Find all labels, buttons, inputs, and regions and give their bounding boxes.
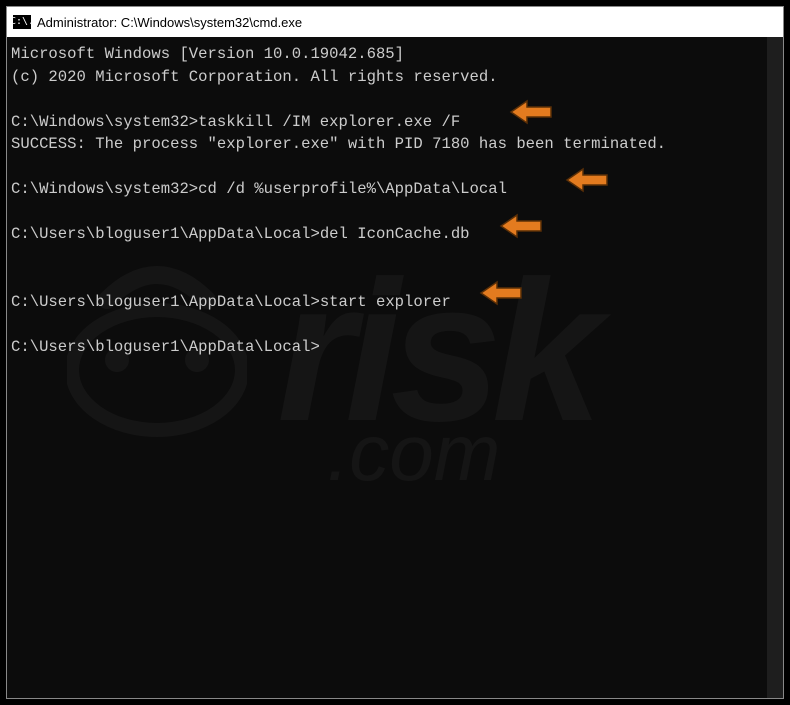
- prompt-2: C:\Windows\system32>: [11, 180, 198, 198]
- screenshot-stage: C:\. Administrator: C:\Windows\system32\…: [0, 0, 790, 705]
- line-copyright: (c) 2020 Microsoft Corporation. All righ…: [11, 68, 498, 86]
- line-version: Microsoft Windows [Version 10.0.19042.68…: [11, 45, 404, 63]
- command-4: start explorer: [320, 293, 451, 311]
- cmd-window: C:\. Administrator: C:\Windows\system32\…: [6, 6, 784, 699]
- titlebar[interactable]: C:\. Administrator: C:\Windows\system32\…: [7, 7, 783, 37]
- prompt-4: C:\Users\bloguser1\AppData\Local>: [11, 293, 320, 311]
- prompt-1: C:\Windows\system32>: [11, 113, 198, 131]
- prompt-3: C:\Users\bloguser1\AppData\Local>: [11, 225, 320, 243]
- window-title: Administrator: C:\Windows\system32\cmd.e…: [37, 15, 302, 30]
- cmd-icon-glyph: C:\.: [10, 17, 34, 27]
- prompt-5: C:\Users\bloguser1\AppData\Local>: [11, 338, 320, 356]
- cmd-icon: C:\.: [13, 15, 31, 29]
- command-1: taskkill /IM explorer.exe /F: [198, 113, 460, 131]
- terminal-area[interactable]: risk .com Microsoft Windows [Version 10.…: [7, 37, 783, 698]
- vertical-scrollbar[interactable]: [767, 37, 783, 698]
- terminal-output: Microsoft Windows [Version 10.0.19042.68…: [7, 37, 767, 698]
- command-3: del IconCache.db: [320, 225, 470, 243]
- result-1: SUCCESS: The process "explorer.exe" with…: [11, 135, 666, 153]
- command-2: cd /d %userprofile%\AppData\Local: [198, 180, 507, 198]
